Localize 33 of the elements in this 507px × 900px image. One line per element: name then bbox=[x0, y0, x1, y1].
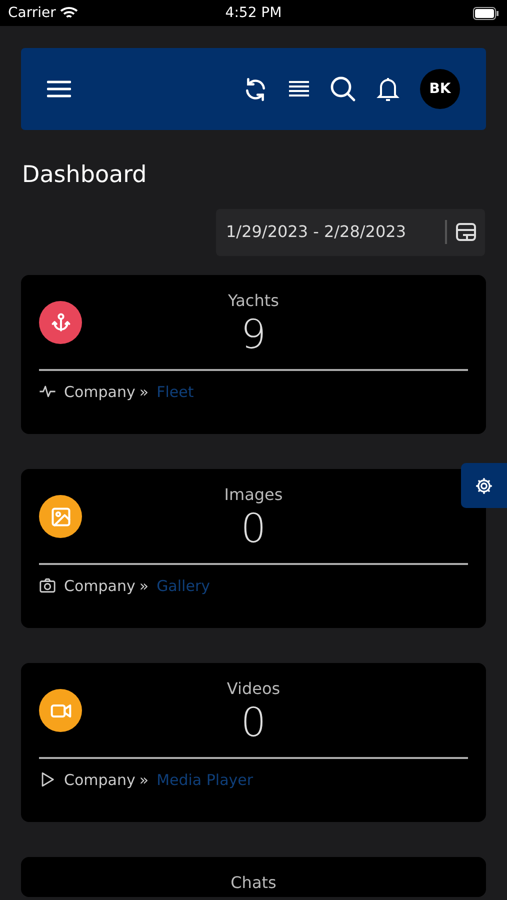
page-title: Dashboard bbox=[22, 161, 148, 190]
refresh-button[interactable] bbox=[243, 76, 268, 102]
card-value: 9 bbox=[240, 312, 268, 356]
separator-label: » bbox=[139, 382, 149, 402]
breadcrumb-label: Company bbox=[64, 576, 136, 596]
camera-icon bbox=[39, 577, 56, 594]
separator-label: » bbox=[139, 576, 149, 596]
search-button[interactable] bbox=[330, 76, 356, 102]
carrier-label: Carrier bbox=[8, 4, 56, 22]
card-title: Videos bbox=[226, 678, 282, 700]
notification-button[interactable] bbox=[376, 76, 400, 102]
separator-label: » bbox=[139, 770, 149, 790]
breadcrumb-link[interactable]: Gallery bbox=[156, 574, 210, 597]
card-value: 0 bbox=[240, 506, 268, 550]
calendar-button[interactable] bbox=[455, 221, 477, 243]
play-icon bbox=[39, 771, 56, 788]
breadcrumb-link[interactable]: Media Player bbox=[156, 768, 254, 791]
card-value: 0 bbox=[240, 700, 268, 744]
wifi-icon bbox=[60, 6, 78, 20]
time-label: 4:52 PM bbox=[225, 4, 282, 22]
list-button[interactable] bbox=[288, 80, 310, 98]
settings-button[interactable] bbox=[461, 463, 507, 508]
breadcrumb-link[interactable]: Fleet bbox=[156, 380, 194, 403]
menu-button[interactable] bbox=[47, 79, 71, 99]
gear-icon bbox=[475, 476, 493, 494]
avatar-button[interactable]: BK bbox=[420, 69, 460, 109]
breadcrumb-label: Company bbox=[64, 770, 136, 790]
battery-icon bbox=[473, 6, 500, 20]
date-range-field[interactable]: 1/29/2023 - 2/28/2023 bbox=[216, 208, 485, 256]
breadcrumb-label: Company bbox=[64, 382, 136, 402]
card-title: Yachts bbox=[227, 290, 280, 312]
card-title: Images bbox=[223, 484, 284, 506]
card-title: Chats bbox=[230, 872, 278, 894]
